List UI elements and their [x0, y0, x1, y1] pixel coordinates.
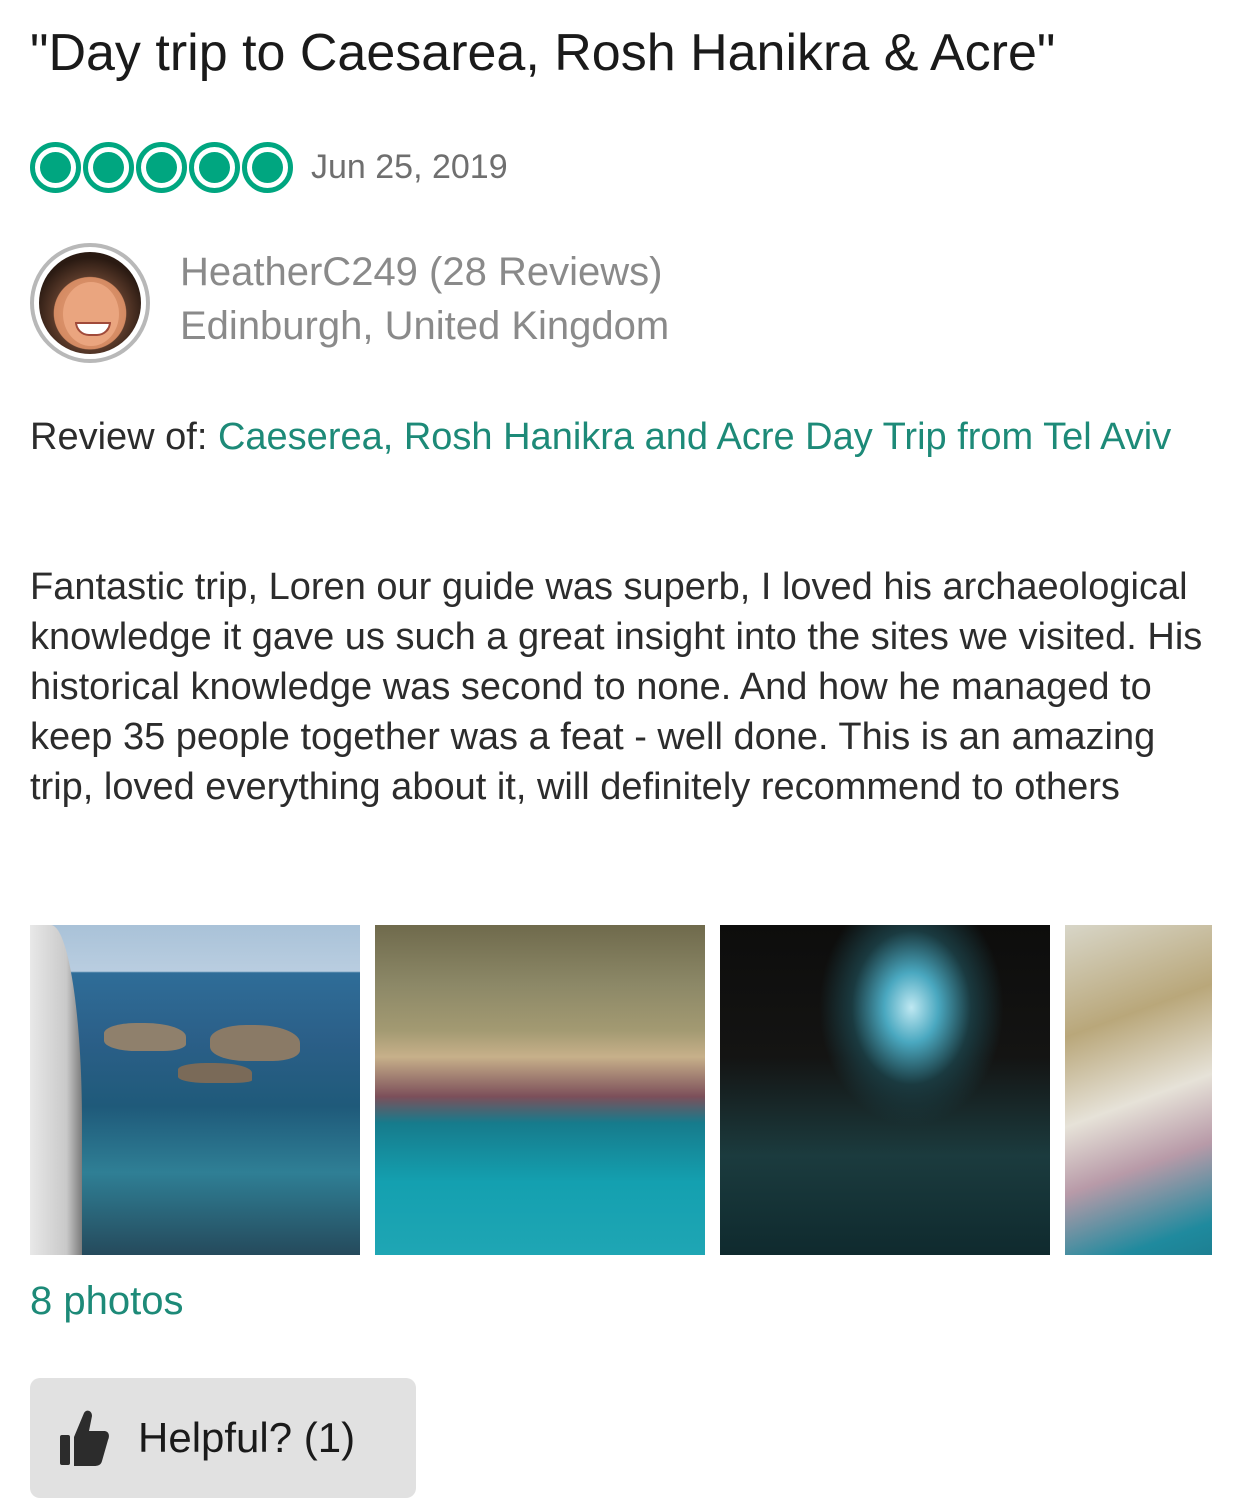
review-of-link[interactable]: Caeserea, Rosh Hanikra and Acre Day Trip…: [218, 416, 1171, 458]
rating-bubble-filled-icon: [30, 141, 81, 193]
review-of: Review of: Caeserea, Rosh Hanikra and Ac…: [30, 412, 1210, 462]
review-body: Fantastic trip, Loren our guide was supe…: [30, 566, 1203, 808]
reviewer-location: Edinburgh, United Kingdom: [180, 304, 670, 348]
review-of-label: Review of:: [30, 416, 218, 458]
photo-count-link[interactable]: 8 photos: [30, 1275, 183, 1327]
review-photo[interactable]: [30, 925, 360, 1255]
helpful-label: Helpful? (1): [138, 1414, 356, 1461]
rating-bubbles: [30, 141, 293, 193]
reviewer-info: HeatherC249 (28 Reviews) Edinburgh, Unit…: [180, 245, 669, 363]
rating-bubble-filled-icon: [189, 141, 240, 193]
reviewer-name[interactable]: HeatherC249 (28 Reviews): [180, 245, 669, 299]
avatar-photo: [39, 252, 141, 354]
review-date: Jun 25, 2019: [311, 147, 508, 186]
avatar[interactable]: [30, 243, 150, 363]
rating-bubble-filled-icon: [136, 141, 187, 193]
review-photo[interactable]: [375, 925, 705, 1255]
rating-bubble-filled-icon: [83, 141, 134, 193]
helpful-button[interactable]: Helpful? (1): [30, 1378, 416, 1498]
review-title: "Day trip to Caesarea, Rosh Hanikra & Ac…: [30, 24, 1056, 82]
reviewer-block[interactable]: HeatherC249 (28 Reviews) Edinburgh, Unit…: [30, 243, 669, 363]
rating-bubble-filled-icon: [242, 141, 293, 193]
thumbs-up-icon: [60, 1410, 109, 1466]
review-photo[interactable]: [1065, 925, 1212, 1255]
photo-strip[interactable]: [30, 925, 1212, 1255]
rating-row: Jun 25, 2019: [30, 138, 508, 196]
review-photo[interactable]: [720, 925, 1050, 1255]
